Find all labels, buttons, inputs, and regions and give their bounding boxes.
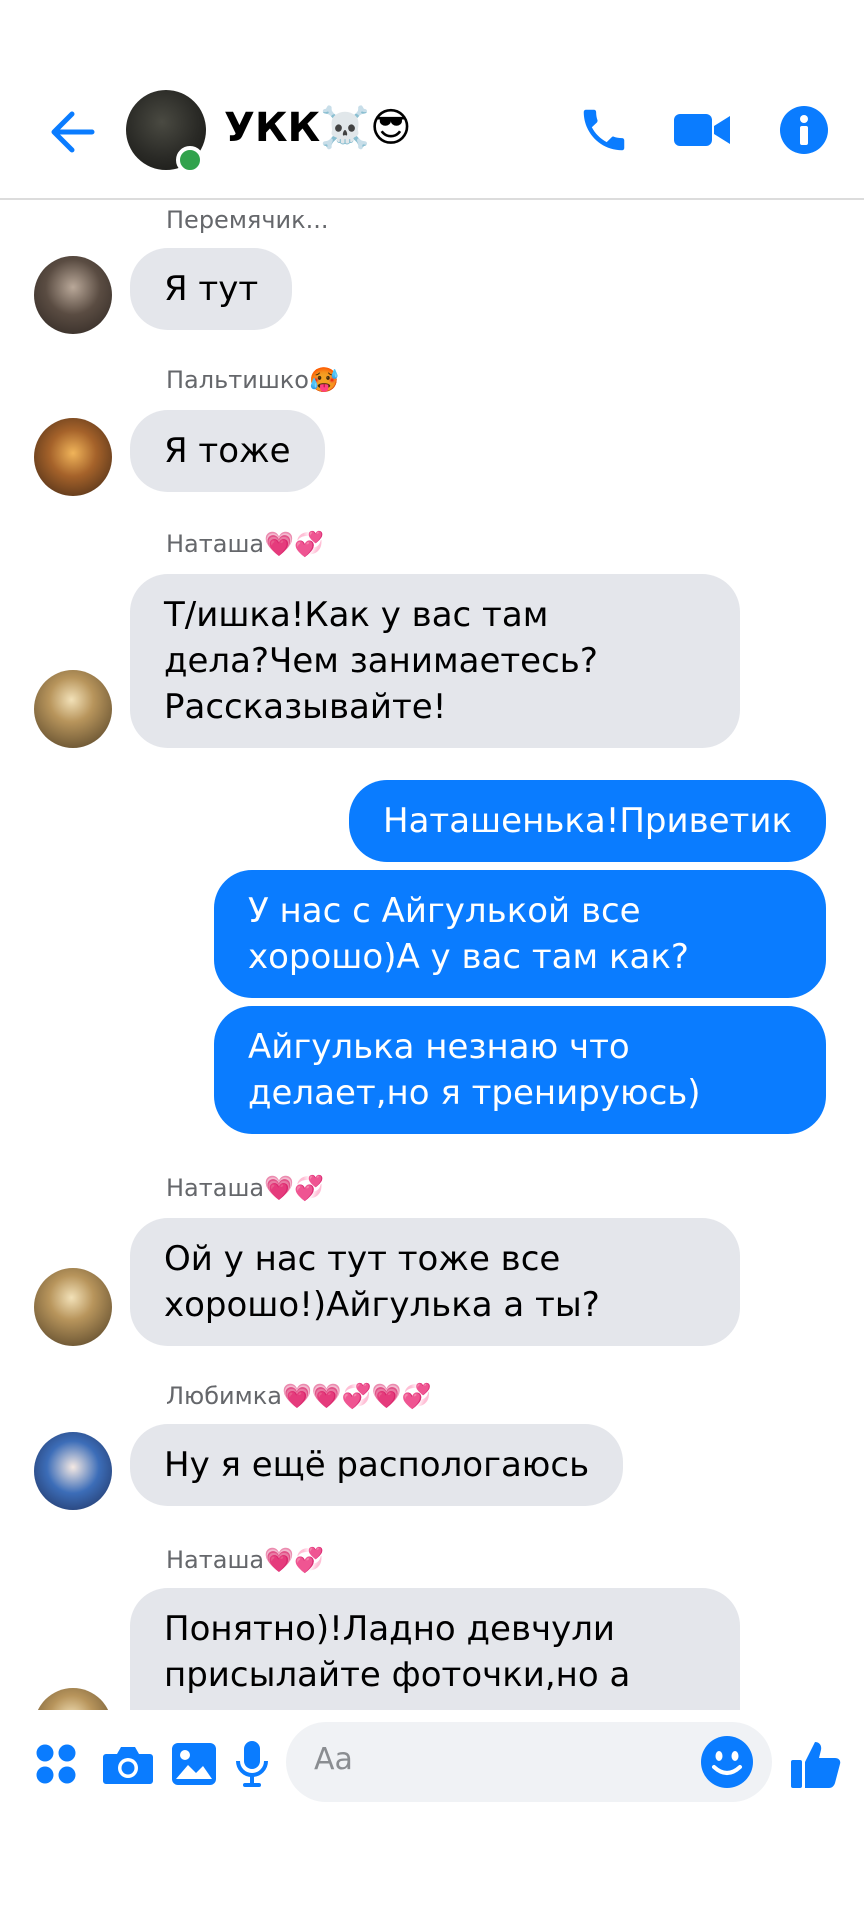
sender-name: Наташа💗💞: [166, 1546, 324, 1574]
sender-name: Перемячик...: [166, 206, 329, 234]
emoji-icon[interactable]: [700, 1735, 754, 1789]
message-input[interactable]: Aa: [286, 1722, 772, 1802]
message-bubble-outgoing[interactable]: У нас с Айгулькой все хорошо)А у вас там…: [214, 870, 826, 998]
avatar[interactable]: [34, 418, 112, 496]
chat-title[interactable]: УКК☠️😎: [224, 104, 412, 151]
microphone-icon[interactable]: [224, 1736, 280, 1792]
menu-grid-icon[interactable]: [28, 1736, 84, 1792]
sender-name: Наташа💗💞: [166, 530, 324, 558]
sender-name: Любимка💗💗💞💗💞: [166, 1382, 432, 1410]
camera-icon[interactable]: [100, 1736, 156, 1792]
video-icon[interactable]: [670, 100, 734, 160]
chat-header: УКК☠️😎: [0, 0, 864, 200]
message-bubble-incoming[interactable]: Т/ишка!Как у вас там дела?Чем занимаетес…: [130, 574, 740, 748]
back-arrow-icon[interactable]: [44, 104, 100, 160]
sender-name: Пальтишко🥵: [166, 366, 339, 394]
phone-icon[interactable]: [574, 100, 634, 160]
message-bubble-incoming[interactable]: Ну я ещё распологаюсь: [130, 1424, 624, 1506]
message-bubble-outgoing[interactable]: Айгулька незнаю что делает,но я тренирую…: [214, 1006, 826, 1134]
info-icon[interactable]: [774, 100, 834, 160]
message-composer: Aa: [0, 1712, 864, 1812]
message-input-placeholder: Aa: [314, 1742, 353, 1777]
message-bubble-incoming[interactable]: Понятно)!Ладно девчули присылайте фоточк…: [130, 1588, 740, 1710]
avatar[interactable]: [34, 1432, 112, 1510]
message-list[interactable]: Перемячик... Я тут Пальтишко🥵 Я тоже Нат…: [0, 202, 864, 1710]
message-bubble-incoming[interactable]: Я тут: [130, 248, 293, 330]
online-status-indicator: [176, 146, 204, 174]
message-bubble-incoming[interactable]: Ой у нас тут тоже все хорошо!)Айгулька а…: [130, 1218, 740, 1346]
sender-name: Наташа💗💞: [166, 1174, 324, 1202]
message-bubble-outgoing[interactable]: Наташенька!Приветик: [349, 780, 826, 862]
avatar[interactable]: [34, 1268, 112, 1346]
avatar[interactable]: [34, 1688, 112, 1710]
thumbs-up-icon[interactable]: [788, 1736, 844, 1792]
gallery-icon[interactable]: [166, 1736, 222, 1792]
avatar[interactable]: [34, 256, 112, 334]
message-bubble-incoming[interactable]: Я тоже: [130, 410, 325, 492]
avatar[interactable]: [34, 670, 112, 748]
